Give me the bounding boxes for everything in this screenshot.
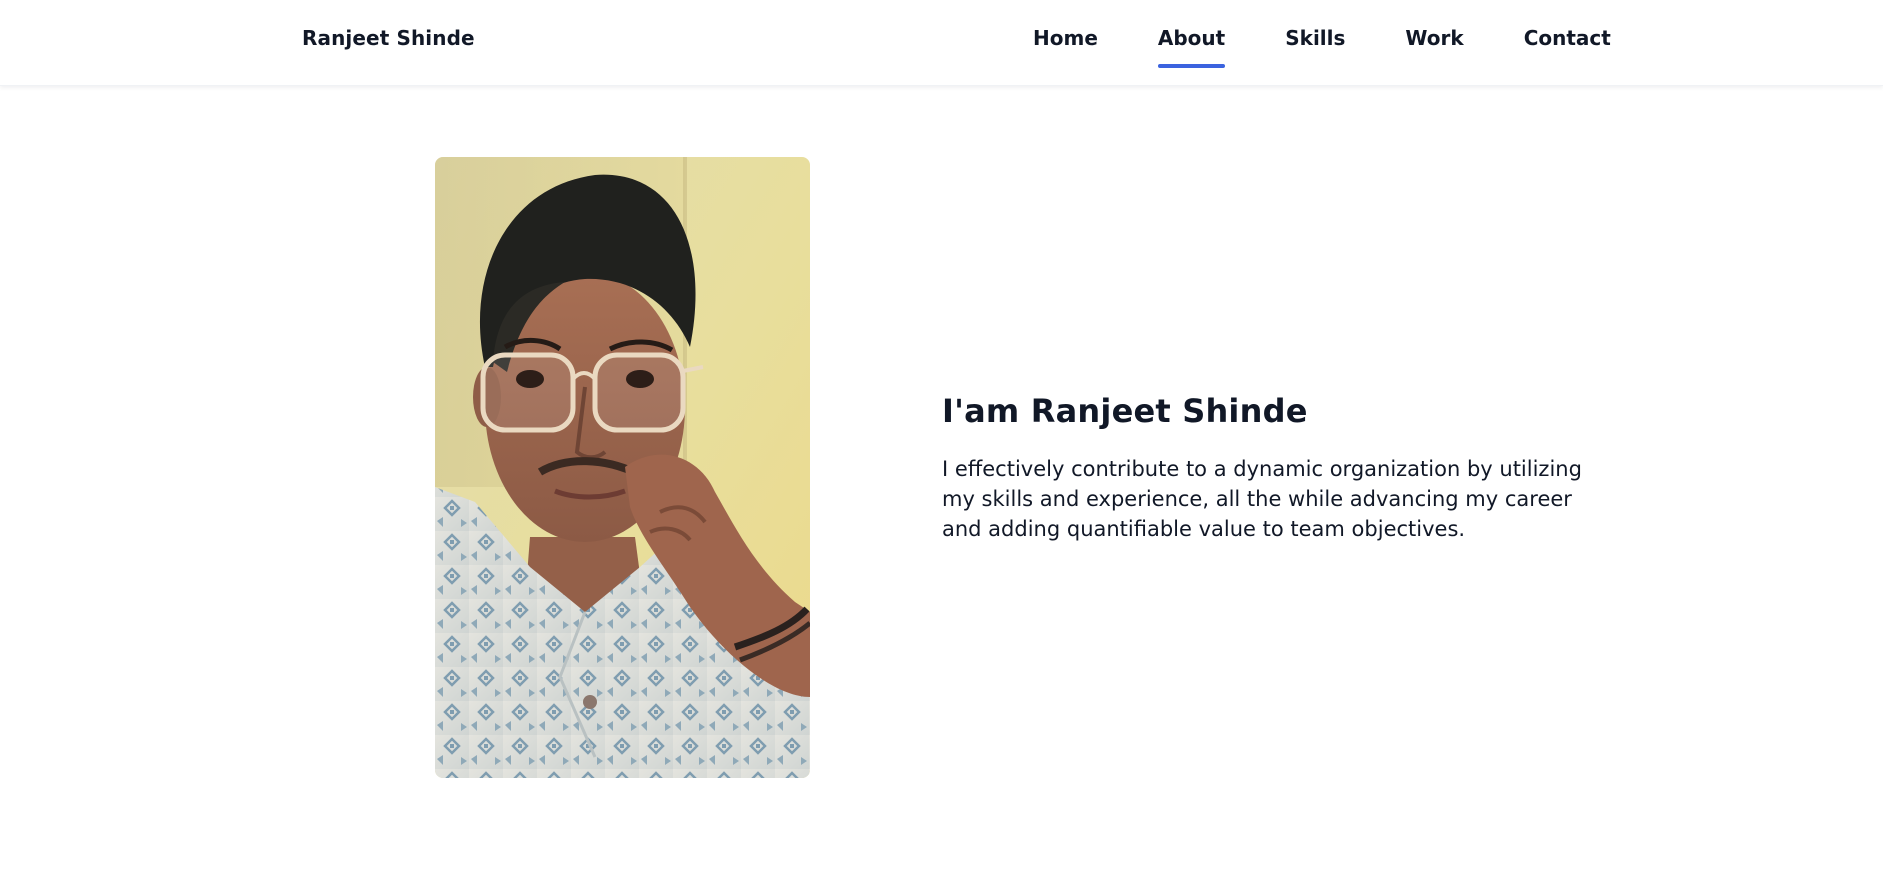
profile-photo [435,157,810,778]
about-title: I'am Ranjeet Shinde [942,392,1308,430]
about-section: I'am Ranjeet Shinde I effectively contri… [942,388,1597,544]
nav-work[interactable]: Work [1405,26,1463,50]
site-header: Ranjeet Shinde Home About Skills Work Co… [0,0,1883,86]
nav-skills[interactable]: Skills [1285,26,1345,50]
site-logo[interactable]: Ranjeet Shinde [302,26,475,50]
about-description: I effectively contribute to a dynamic or… [942,457,1582,541]
profile-photo-illustration [435,157,810,778]
nav-home[interactable]: Home [1033,26,1098,50]
nav-about[interactable]: About [1157,26,1226,68]
nav-contact[interactable]: Contact [1524,26,1611,50]
main-nav: Home About Skills Work Contact [1033,26,1611,68]
